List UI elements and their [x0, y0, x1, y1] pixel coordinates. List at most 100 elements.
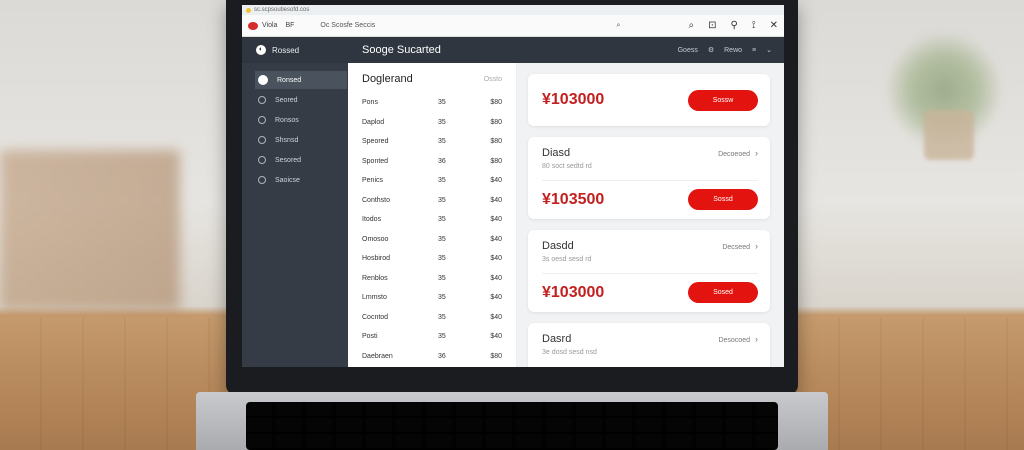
- row-qty: 35: [438, 255, 446, 263]
- card-details-link[interactable]: Decseed ›: [722, 241, 758, 251]
- buy-button[interactable]: Sossw: [688, 89, 758, 111]
- sidebar-item-label: Ronsed: [277, 76, 302, 84]
- address-bar[interactable]: Oc Scosfe Seccis ⌕: [314, 19, 626, 32]
- radio-icon: [258, 176, 266, 184]
- row-price: $80: [490, 352, 502, 360]
- toolbar-icons: ⌕ ⊡ ⚲ ⟟ ✕: [689, 20, 778, 31]
- search-icon[interactable]: ⌕: [689, 20, 695, 31]
- card-link-label: Decseed: [722, 244, 750, 251]
- row-price: $40: [490, 294, 502, 302]
- list-row[interactable]: Daplod 35 $80: [362, 113, 502, 133]
- price: ¥103000: [542, 91, 605, 108]
- sidebar-item-2[interactable]: Seored: [255, 91, 347, 109]
- app-brand[interactable]: ◐ Rossed: [242, 45, 348, 55]
- radio-icon: [258, 156, 266, 164]
- grid-icon[interactable]: ⊡: [708, 20, 716, 31]
- row-price: $80: [490, 157, 502, 165]
- row-price: $80: [490, 99, 502, 107]
- header-link-1[interactable]: Goess: [678, 47, 698, 54]
- radio-icon: [258, 96, 266, 104]
- sidebar-item-label: Shsnsd: [275, 136, 299, 144]
- row-price: $40: [490, 196, 502, 204]
- price-bar: ¥103000 Sossw: [542, 89, 758, 111]
- sidebar-item-label: Saoicse: [275, 176, 300, 184]
- tab-sub[interactable]: BF: [285, 22, 294, 29]
- settings-icon[interactable]: ⚙: [708, 46, 714, 54]
- close-icon[interactable]: ✕: [770, 20, 778, 31]
- sidebar-item-3[interactable]: Ronsos: [255, 111, 347, 129]
- card-top: Dasrd Desocoed ›: [542, 323, 758, 345]
- list-row[interactable]: Conthsto 35 $40: [362, 191, 502, 211]
- card-subtitle: 3s oesd sesd rd: [542, 256, 592, 263]
- list-row[interactable]: Lmmsto 35 $40: [362, 288, 502, 308]
- list-row[interactable]: Sponted 36 $80: [362, 152, 502, 172]
- row-price: $40: [490, 274, 502, 282]
- row-name: Itodos: [362, 216, 382, 224]
- pin-icon[interactable]: ⚲: [731, 20, 738, 31]
- page-title: Sooge Sucarted: [362, 44, 441, 56]
- sidebar-item-5[interactable]: Sesored: [255, 151, 347, 169]
- app-body: Ronsed Seored Ronsos Shsnsd Sesored Saoi…: [242, 63, 784, 367]
- row-name: Speored: [362, 138, 389, 146]
- row-name: Daplod: [362, 118, 385, 126]
- search-icon[interactable]: ⌕: [616, 22, 620, 30]
- sidebar: Ronsed Seored Ronsos Shsnsd Sesored Saoi…: [242, 63, 348, 367]
- card-subtitle: 3e dosd sesd nsd: [542, 349, 597, 356]
- row-qty: 35: [438, 99, 446, 107]
- list-row[interactable]: Omosoo 35 $40: [362, 230, 502, 250]
- list-row[interactable]: Speored 35 $80: [362, 132, 502, 152]
- sidebar-item-6[interactable]: Saoicse: [255, 171, 347, 189]
- list-row[interactable]: Itodos 35 $40: [362, 210, 502, 230]
- row-name: Posti: [362, 333, 378, 341]
- menu-icon[interactable]: ≡: [752, 47, 756, 54]
- card-details-link[interactable]: Decoeoed ›: [718, 148, 758, 158]
- row-qty: 35: [438, 216, 446, 224]
- share-icon[interactable]: ⟟: [752, 20, 756, 31]
- address-text[interactable]: Oc Scosfe Seccis: [320, 22, 616, 29]
- list-row[interactable]: Hosbirod 35 $40: [362, 249, 502, 269]
- radio-icon: [258, 116, 266, 124]
- card-link-label: Decoeoed: [718, 151, 750, 158]
- sidebar-item-1[interactable]: Ronsed: [255, 71, 347, 89]
- card-details-link[interactable]: Desocoed ›: [718, 334, 758, 344]
- sidebar-item-4[interactable]: Shsnsd: [255, 131, 347, 149]
- radio-icon: [258, 136, 266, 144]
- offer-card-3: Dasdd Decseed › 3s oesd sesd rd ¥103000 S…: [528, 230, 770, 312]
- row-price: $40: [490, 177, 502, 185]
- row-name: Sponted: [362, 157, 389, 165]
- laptop-keyboard: [246, 402, 778, 450]
- row-qty: 35: [438, 118, 446, 126]
- brand-logo-icon: [248, 21, 258, 30]
- row-name: Renblos: [362, 274, 388, 282]
- chevron-right-icon: ›: [755, 241, 758, 251]
- browser-tabstrip: sc.scpsoutiesofd.cos: [242, 5, 784, 15]
- header-link-2[interactable]: Rewo: [724, 47, 742, 54]
- list-row[interactable]: Cocntod 35 $40: [362, 308, 502, 328]
- browser-toolbar: Viola BF Oc Scosfe Seccis ⌕ ⌕ ⊡ ⚲ ⟟ ✕: [242, 15, 784, 37]
- card-title: Dasrd: [542, 333, 572, 345]
- list-row[interactable]: Renblos 35 $40: [362, 269, 502, 289]
- tab-title[interactable]: sc.scpsoutiesofd.cos: [254, 7, 309, 13]
- row-price: $40: [490, 255, 502, 263]
- offer-card-1: ¥103000 Sossw: [528, 74, 770, 126]
- row-price: $80: [490, 138, 502, 146]
- row-name: Pons: [362, 99, 378, 107]
- list-row[interactable]: Pons 35 $80: [362, 93, 502, 113]
- buy-button[interactable]: Sosed: [688, 282, 758, 303]
- list-row[interactable]: Penics 35 $40: [362, 171, 502, 191]
- tab-name[interactable]: Viola: [262, 22, 277, 29]
- row-qty: 35: [438, 313, 446, 321]
- header-right: Goess ⚙ Rewo ≡ ⌄: [678, 46, 784, 55]
- sidebar-item-label: Ronsos: [275, 116, 299, 124]
- card-top: Dasdd Decseed ›: [542, 230, 758, 252]
- list-row[interactable]: Posti 35 $40: [362, 327, 502, 347]
- list-rows: Pons 35 $80 Daplod 35 $80 Speored 35 $80 Sponted 3…: [362, 93, 502, 366]
- row-name: Daebraen: [362, 352, 393, 360]
- list-row[interactable]: Daebraen 36 $80: [362, 347, 502, 367]
- buy-button[interactable]: Sossd: [688, 189, 758, 210]
- row-qty: 36: [438, 157, 446, 165]
- chevron-down-icon[interactable]: ⌄: [766, 46, 772, 54]
- row-price: $40: [490, 333, 502, 341]
- laptop-screen: sc.scpsoutiesofd.cos Viola BF Oc Scosfe …: [242, 5, 784, 367]
- cards-panel: ¥103000 Sossw Diasd Decoeoed › 80 soct se…: [517, 63, 784, 367]
